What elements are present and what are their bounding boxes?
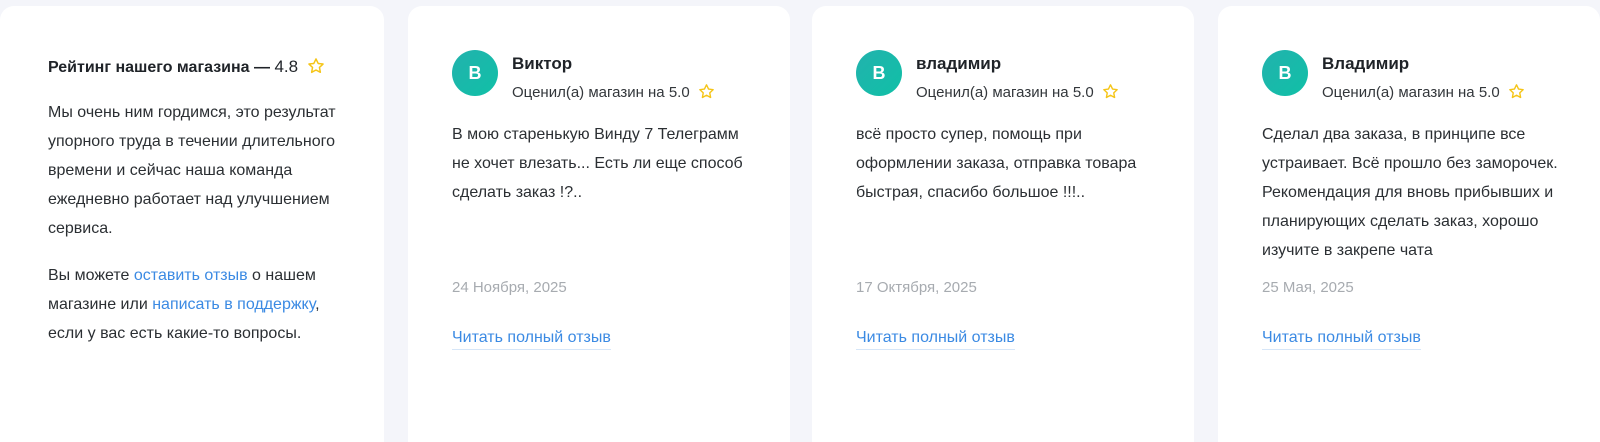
cta-prefix: Вы можете: [48, 267, 134, 284]
review-date: 17 Октября, 2025: [856, 279, 977, 296]
rating-label: Рейтинг нашего магазина —: [48, 59, 270, 76]
store-rating-heading: Рейтинг нашего магазина — 4.8: [48, 50, 325, 85]
review-author: Виктор: [512, 54, 573, 73]
rating-value: 4.8: [274, 57, 299, 76]
review-rating: Оценил(а) магазин на 5.0: [1322, 82, 1525, 104]
avatar: В: [452, 50, 498, 96]
review-rating-prefix: Оценил(а) магазин на: [916, 84, 1069, 101]
star-icon: [307, 57, 325, 75]
review-rating-score: 5.0: [1072, 84, 1094, 101]
contact-support-link[interactable]: написать в поддержку: [152, 296, 315, 313]
review-rating-prefix: Оценил(а) магазин на: [512, 84, 665, 101]
review-rating: Оценил(а) магазин на 5.0: [916, 82, 1119, 104]
star-icon: [698, 83, 715, 100]
leave-review-link[interactable]: оставить отзыв: [134, 267, 248, 284]
store-rating-cta: Вы можете оставить отзыв о нашем магазин…: [48, 261, 358, 348]
avatar: В: [856, 50, 902, 96]
review-rating-score: 5.0: [1478, 84, 1500, 101]
review-card: В владимир Оценил(а) магазин на 5.0 всё …: [812, 6, 1194, 442]
star-icon: [1102, 83, 1119, 100]
review-text: Сделал два заказа, в принципе все устраи…: [1262, 126, 1558, 259]
review-date: 24 Ноября, 2025: [452, 279, 567, 296]
read-full-review-link[interactable]: Читать полный отзыв: [1262, 327, 1421, 350]
review-author: владимир: [916, 54, 1002, 73]
review-card: В Владимир Оценил(а) магазин на 5.0 Сдел…: [1218, 6, 1600, 442]
reviews-section: Рейтинг нашего магазина — 4.8 Мы очень н…: [0, 0, 1600, 442]
review-text: всё просто супер, помощь при оформлении …: [856, 126, 1137, 201]
star-icon: [1508, 83, 1525, 100]
review-text: В мою старенькую Винду 7 Телеграмм не хо…: [452, 126, 743, 201]
read-full-review-link[interactable]: Читать полный отзыв: [452, 327, 611, 350]
read-full-review-link[interactable]: Читать полный отзыв: [856, 327, 1015, 350]
review-rating-score: 5.0: [668, 84, 690, 101]
review-rating: Оценил(а) магазин на 5.0: [512, 82, 715, 104]
avatar: В: [1262, 50, 1308, 96]
store-rating-card: Рейтинг нашего магазина — 4.8 Мы очень н…: [0, 6, 384, 442]
review-rating-prefix: Оценил(а) магазин на: [1322, 84, 1475, 101]
review-author: Владимир: [1322, 54, 1410, 73]
store-rating-description: Мы очень ним гордимся, это результат упо…: [48, 104, 336, 237]
review-card: В Виктор Оценил(а) магазин на 5.0 В мою …: [408, 6, 790, 442]
review-date: 25 Мая, 2025: [1262, 279, 1354, 296]
